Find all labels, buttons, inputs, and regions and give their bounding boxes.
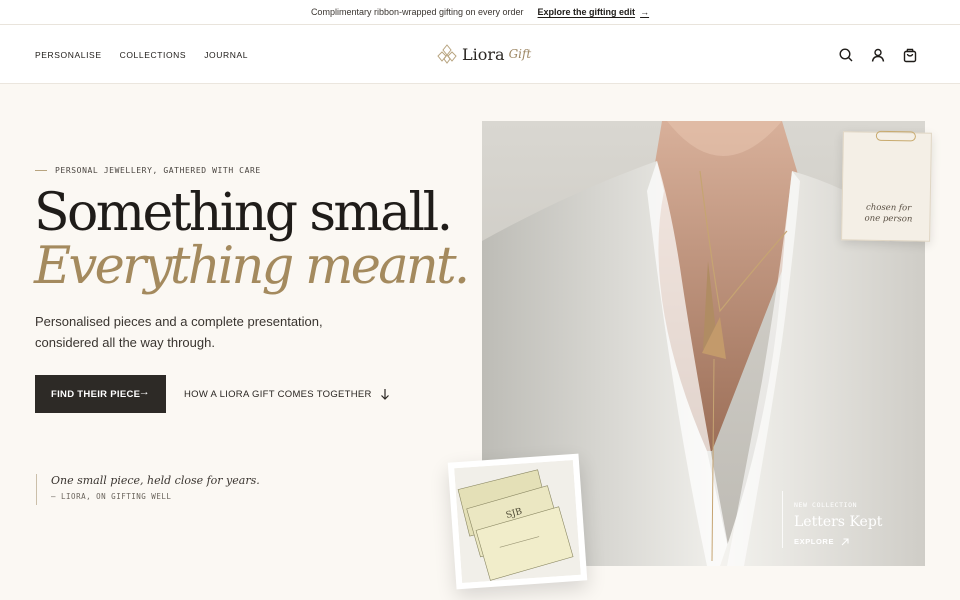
quote-text: One small piece, held close for years. xyxy=(51,474,260,487)
eyebrow-text: PERSONAL JEWELLERY, GATHERED WITH CARE xyxy=(55,166,261,175)
paper-clip-icon xyxy=(875,130,916,142)
gifting-edit-link-label: Explore the gifting edit xyxy=(537,7,636,17)
find-their-piece-button[interactable]: FIND THEIR PIECE → xyxy=(35,375,166,413)
nav-item-collections[interactable]: COLLECTIONS xyxy=(120,50,187,60)
brand-suffix: Gift xyxy=(508,47,532,61)
knot-logo-icon xyxy=(437,44,457,64)
eyebrow-rule xyxy=(35,170,47,171)
site-header: PERSONALISE COLLECTIONS JOURNAL Liora Gi… xyxy=(0,25,960,84)
nav-item-personalise[interactable]: PERSONALISE xyxy=(35,50,102,60)
hero-subcopy: Personalised pieces and a complete prese… xyxy=(35,314,323,350)
how-it-comes-together-label: HOW A LIORA GIFT COMES TOGETHER xyxy=(184,388,372,400)
bag-icon[interactable] xyxy=(902,47,918,63)
arrow-down-icon xyxy=(380,388,390,400)
announcement-text: Complimentary ribbon-wrapped gifting on … xyxy=(310,7,524,17)
search-icon[interactable] xyxy=(838,47,854,63)
account-icon[interactable] xyxy=(870,47,886,63)
brand-quote: One small piece, held close for years. —… xyxy=(36,474,260,505)
arrow-right-icon: → xyxy=(640,7,650,17)
arrow-up-right-icon xyxy=(841,537,849,546)
hero-headline: Something small. xyxy=(34,183,453,243)
collection-title: Letters Kept xyxy=(794,514,883,530)
stationery-photo-card: SJB xyxy=(447,453,588,590)
collection-eyebrow: NEW COLLECTION xyxy=(794,501,858,509)
header-actions xyxy=(838,25,918,84)
gift-tag-card: chosen for one person xyxy=(841,130,932,242)
how-it-comes-together-link[interactable]: HOW A LIORA GIFT COMES TOGETHER xyxy=(184,375,390,413)
collection-explore-link[interactable]: EXPLORE xyxy=(794,537,892,546)
new-collection-card[interactable]: NEW COLLECTION Letters Kept EXPLORE xyxy=(782,491,892,548)
find-their-piece-label: FIND THEIR PIECE xyxy=(51,388,141,400)
gift-tag-text: chosen for one person xyxy=(864,202,913,225)
brand-logo[interactable]: Liora Gift xyxy=(437,41,531,67)
brand-name: Liora xyxy=(462,44,505,64)
arrow-right-icon: → xyxy=(138,386,150,398)
main-nav: PERSONALISE COLLECTIONS JOURNAL xyxy=(35,25,248,84)
collection-explore-label: EXPLORE xyxy=(794,537,835,546)
quote-attribution: — LIORA, ON GIFTING WELL xyxy=(51,492,172,501)
envelopes-illustration: SJB xyxy=(454,459,581,584)
nav-item-journal[interactable]: JOURNAL xyxy=(204,50,248,60)
hero-headline-italic: Everything meant. xyxy=(34,237,470,296)
hero-eyebrow: PERSONAL JEWELLERY, GATHERED WITH CARE xyxy=(35,166,261,175)
gifting-edit-link[interactable]: Explore the gifting edit → xyxy=(538,7,650,17)
announcement-bar: Complimentary ribbon-wrapped gifting on … xyxy=(0,0,960,25)
